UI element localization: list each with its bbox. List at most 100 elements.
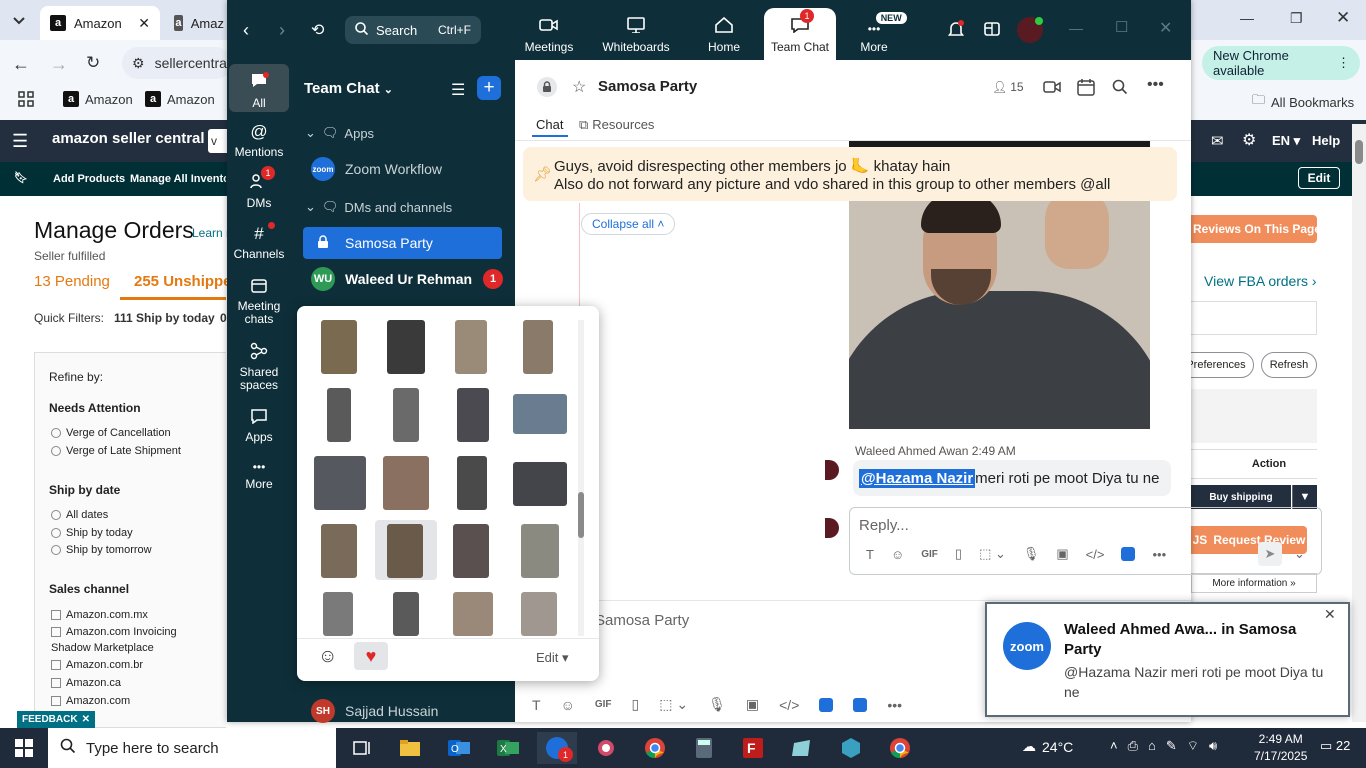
back-icon[interactable]: ←: [12, 54, 30, 75]
wifi-icon[interactable]: ⌔: [1187, 738, 1199, 754]
close-tab-icon[interactable]: ✕: [138, 15, 150, 32]
filter-verge-cancellation[interactable]: Verge of Cancellation: [51, 427, 171, 439]
notification-center[interactable]: ▭ 22: [1320, 738, 1350, 754]
channel-invoicing[interactable]: Amazon.com Invoicing: [51, 626, 177, 638]
text-format-icon[interactable]: T: [866, 547, 874, 562]
sender-avatar[interactable]: [825, 460, 839, 480]
emoji-tab-icon[interactable]: ☺: [318, 646, 337, 668]
sticker[interactable]: [323, 592, 353, 636]
rail-more[interactable]: ••• More: [229, 460, 289, 491]
star-icon[interactable]: ☆: [572, 77, 586, 97]
chat-title[interactable]: Samosa Party: [598, 78, 697, 95]
minimize-icon[interactable]: —: [1240, 10, 1254, 26]
reply-input[interactable]: Reply...: [859, 517, 909, 534]
weather-widget[interactable]: ☁ 24°C: [1022, 738, 1073, 755]
filter-verge-late[interactable]: Verge of Late Shipment: [51, 445, 181, 457]
avatar[interactable]: [1017, 17, 1043, 43]
sticker[interactable]: [321, 524, 357, 578]
code-icon[interactable]: </>: [779, 697, 799, 713]
quick-filter-ship-today[interactable]: 111 Ship by today: [114, 311, 215, 325]
rail-meeting-chats[interactable]: Meeting chats: [229, 278, 289, 327]
checkbox[interactable]: [51, 660, 61, 670]
microphone-icon[interactable]: 🎙︎: [1023, 546, 1040, 562]
sticker[interactable]: [513, 394, 567, 434]
buy-shipping-dropdown-icon[interactable]: ▼: [1292, 485, 1317, 509]
menu-dots-icon[interactable]: ⋮: [1337, 55, 1350, 71]
chrome-profile-icon[interactable]: [880, 732, 920, 764]
sticker[interactable]: [453, 524, 489, 578]
chrome-update-button[interactable]: New Chrome available ⋮: [1202, 46, 1360, 80]
sticker[interactable]: [327, 388, 351, 442]
forward-icon[interactable]: ›: [279, 20, 285, 41]
site-info-icon[interactable]: ⚙: [132, 55, 145, 72]
video-message-icon[interactable]: ▣: [1056, 546, 1068, 562]
address-bar[interactable]: ⚙ sellercentra: [122, 47, 232, 79]
tab-amazon-2[interactable]: a Amaz: [164, 6, 234, 40]
heart-sticker-tab-icon[interactable]: ♥: [354, 642, 388, 670]
send-options-chevron-icon[interactable]: ⌄: [1294, 546, 1305, 562]
channel-br[interactable]: Amazon.com.br: [51, 659, 143, 671]
close-toast-icon[interactable]: ✕: [1324, 606, 1336, 623]
send-icon[interactable]: ➤: [1258, 542, 1282, 566]
collapse-all-button[interactable]: Collapse all ˄: [581, 213, 676, 235]
quick-filter-2[interactable]: 0: [220, 311, 227, 325]
app-icon-2[interactable]: [853, 697, 868, 712]
section-dms[interactable]: ⌄ 🗨︎ DMs and channels: [305, 199, 452, 215]
scrollbar-thumb[interactable]: [1355, 140, 1363, 164]
file-icon[interactable]: ▯: [632, 696, 640, 713]
close-window-icon[interactable]: ✕: [1159, 18, 1172, 38]
tab-resources[interactable]: ⧉ Resources: [579, 117, 654, 133]
tab-more[interactable]: ••• NEW More: [836, 8, 912, 60]
rail-mentions[interactable]: @ Mentions: [229, 122, 289, 159]
tab-team-chat[interactable]: 1 Team Chat: [764, 8, 836, 60]
sticker[interactable]: [457, 456, 487, 510]
channel-mx[interactable]: Amazon.com.mx: [51, 609, 148, 621]
refresh-button[interactable]: Refresh: [1261, 352, 1317, 378]
network-icon[interactable]: ⌂: [1148, 738, 1156, 754]
manage-inventory-link[interactable]: Manage All Inventory: [130, 173, 226, 185]
bookmark-amazon-2[interactable]: a Amazon: [145, 91, 215, 107]
checkbox[interactable]: [51, 678, 61, 688]
list-item-samosa-party[interactable]: Samosa Party: [303, 227, 502, 259]
add-products-link[interactable]: Add Products: [53, 173, 125, 185]
sticker[interactable]: [387, 524, 423, 578]
excel-icon[interactable]: X: [488, 732, 528, 764]
code-icon[interactable]: </>: [1086, 547, 1105, 562]
calendar-icon[interactable]: [1077, 78, 1095, 99]
windows-start-icon[interactable]: [4, 732, 44, 764]
new-chat-button[interactable]: +: [477, 76, 501, 100]
sticker[interactable]: [521, 592, 557, 636]
search-icon[interactable]: [1112, 79, 1128, 98]
pinned-message[interactable]: 📌︎ Guys, avoid disrespecting other membe…: [523, 147, 1177, 201]
radio-button[interactable]: [51, 446, 61, 456]
sticker[interactable]: [455, 320, 487, 374]
hamburger-menu-icon[interactable]: ☰: [12, 131, 28, 152]
reply-box[interactable]: Reply... T ☺ GIF ▯ ⬚ ⌄ 🎙︎ ▣ </> ••• ➤ ⌄: [849, 507, 1322, 575]
tab-meetings[interactable]: Meetings: [511, 8, 587, 60]
reload-icon[interactable]: ↻: [86, 53, 100, 73]
bell-icon[interactable]: [947, 20, 965, 41]
radio-button[interactable]: [51, 528, 61, 538]
calculator-icon[interactable]: [684, 732, 724, 764]
bookmark-icon[interactable]: 🔖︎: [14, 171, 28, 184]
volume-icon[interactable]: 🔊︎: [1209, 738, 1217, 754]
feedback-tab[interactable]: FEEDBACK ✕: [17, 711, 95, 728]
chrome-icon[interactable]: [635, 732, 675, 764]
more-information-button[interactable]: More information »: [1191, 573, 1317, 593]
file-explorer-icon[interactable]: [390, 732, 430, 764]
vpn-app-icon[interactable]: [831, 732, 871, 764]
snipping-tool-icon[interactable]: [586, 732, 626, 764]
zoom-search-bar[interactable]: Search Ctrl+F: [345, 16, 481, 44]
taskbar-search[interactable]: Type here to search: [48, 728, 336, 768]
message-bubble[interactable]: @Hazama Nazir meri roti pe moot Diya tu …: [853, 460, 1172, 496]
minimize-icon[interactable]: —: [1069, 20, 1083, 36]
forward-icon[interactable]: →: [50, 54, 68, 75]
sticker[interactable]: [387, 320, 425, 374]
tab-unshipped[interactable]: 255 Unshipped: [134, 273, 241, 290]
emoji-icon[interactable]: ☺: [561, 697, 575, 713]
camera-icon[interactable]: ⎙: [1128, 738, 1138, 754]
file-icon[interactable]: ▯: [955, 546, 962, 562]
maximize-icon[interactable]: ☐: [1115, 18, 1128, 36]
more-icon[interactable]: •••: [887, 697, 902, 713]
radio-button[interactable]: [51, 510, 61, 520]
